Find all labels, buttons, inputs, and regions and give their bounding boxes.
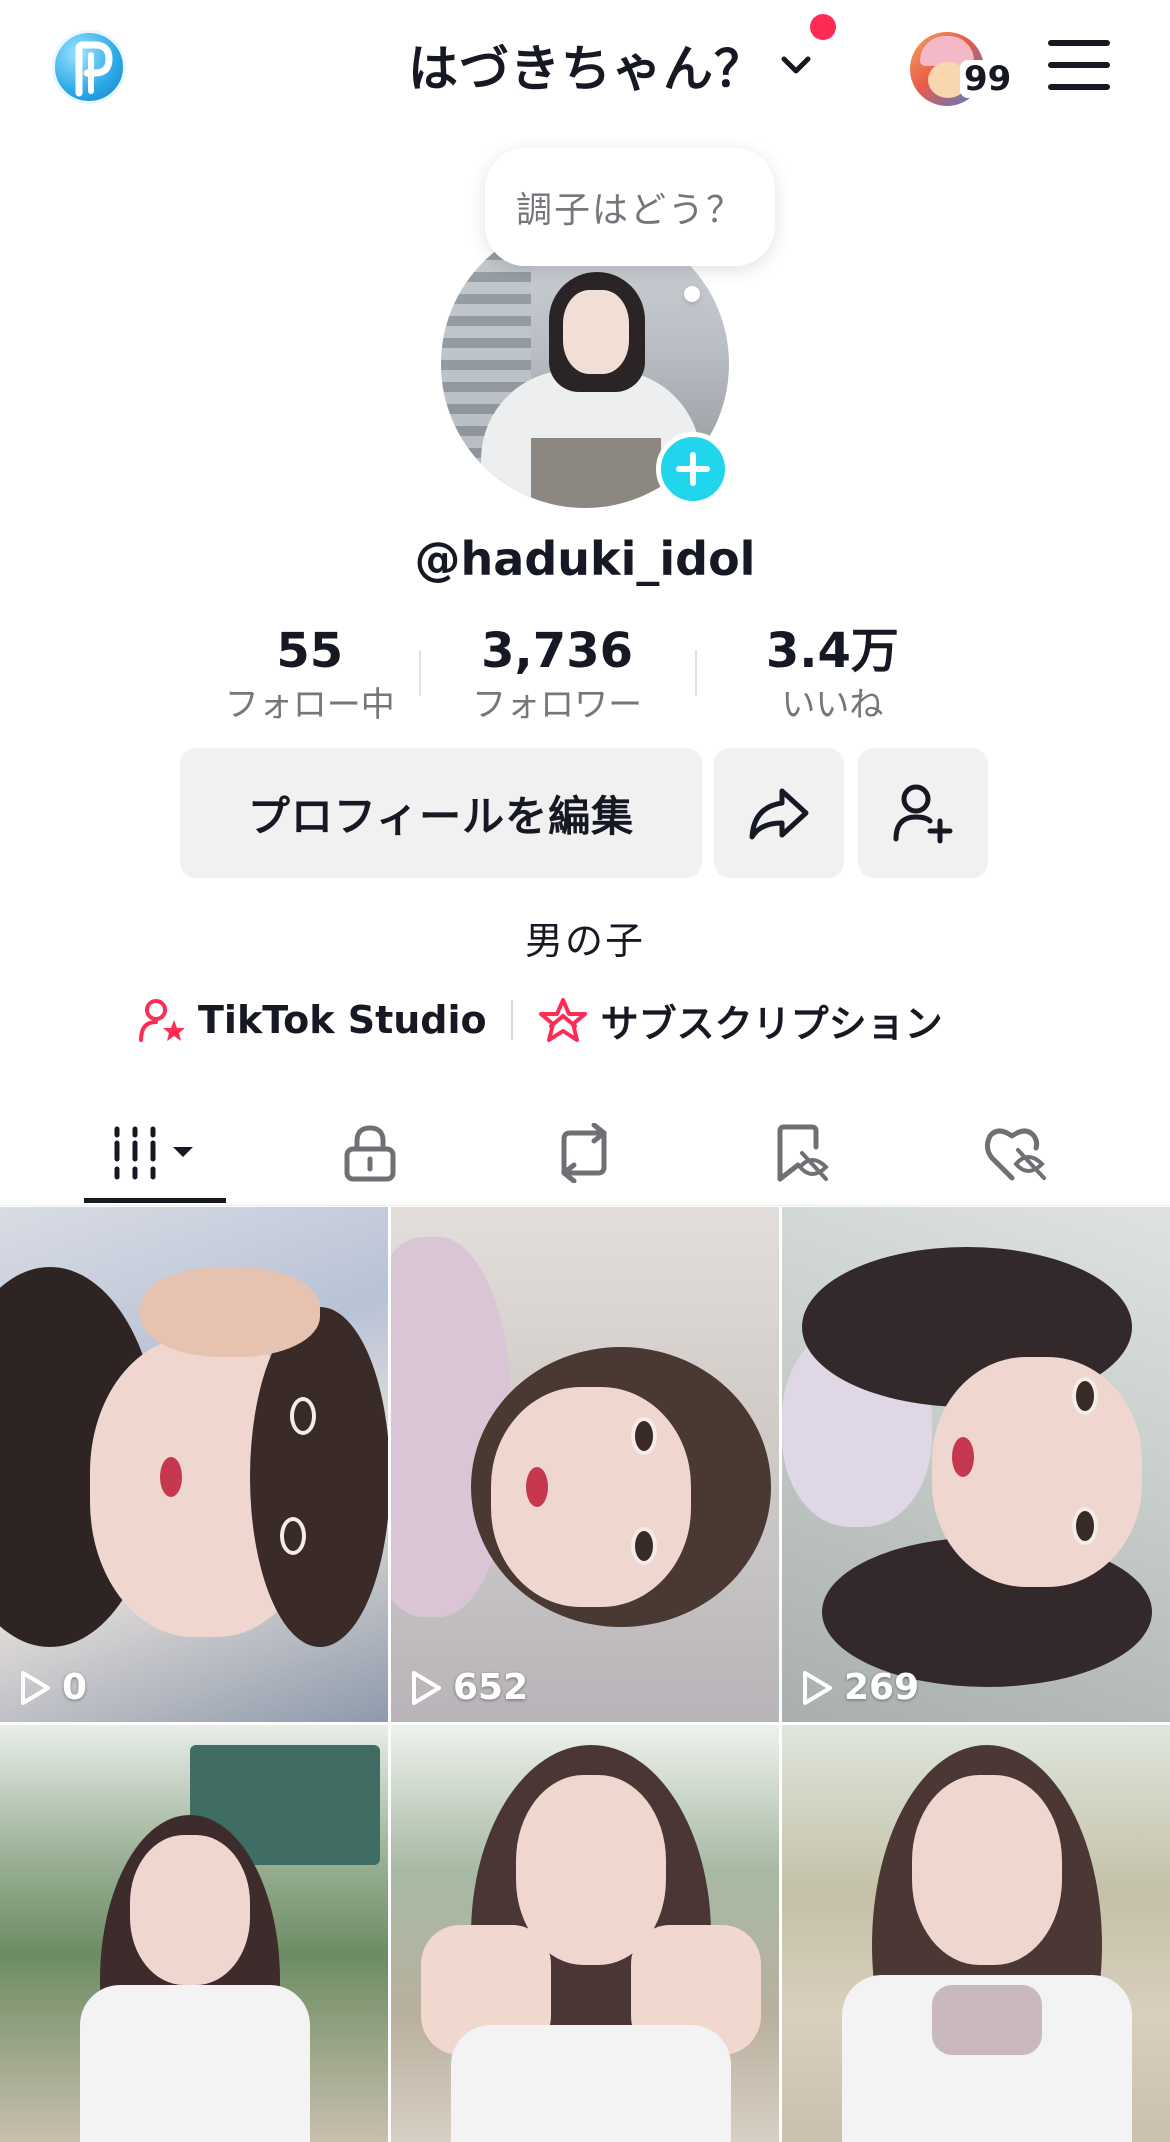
heart-hidden-icon bbox=[984, 1128, 1046, 1181]
repost-icon bbox=[561, 1123, 607, 1183]
play-icon bbox=[803, 1670, 832, 1705]
active-tab-indicator bbox=[84, 1198, 226, 1203]
status-bubble-tail bbox=[684, 286, 700, 302]
video-thumbnail[interactable]: 269 bbox=[782, 1207, 1170, 1722]
username: @haduki_idol bbox=[414, 532, 756, 586]
plus-icon bbox=[676, 452, 710, 486]
view-count: 269 bbox=[800, 1667, 919, 1708]
stat-value: 3,736 bbox=[481, 623, 633, 679]
add-friend-button[interactable] bbox=[858, 748, 988, 878]
stat-label: いいね bbox=[781, 685, 884, 725]
tab-reposts[interactable] bbox=[534, 1100, 634, 1206]
chevron-down-icon bbox=[781, 56, 811, 74]
video-thumbnail[interactable]: 0 bbox=[0, 1207, 388, 1722]
stat-label: フォロー中 bbox=[224, 685, 395, 725]
top-bar: はづきちゃん？ 99 bbox=[0, 0, 1170, 130]
view-count: 652 bbox=[409, 1667, 528, 1708]
video-grid: 0 652 269 bbox=[0, 1207, 1170, 2142]
subscription-link[interactable]: サブスクリプション bbox=[537, 993, 943, 1048]
status-bubble[interactable]: 調子はどう？ bbox=[485, 148, 775, 266]
subscription-link-label: サブスクリプション bbox=[600, 1001, 943, 1046]
tab-liked[interactable] bbox=[966, 1100, 1066, 1206]
stat-likes[interactable]: 3.4万 いいね bbox=[694, 622, 970, 732]
stat-followers[interactable]: 3,736 フォロワー bbox=[419, 622, 694, 732]
video-thumbnail[interactable]: 652 bbox=[391, 1207, 779, 1722]
person-add-icon bbox=[893, 784, 953, 844]
grid-icon bbox=[114, 1126, 193, 1180]
tab-favorites[interactable] bbox=[752, 1100, 852, 1206]
video-thumbnail[interactable] bbox=[782, 1725, 1170, 2142]
app-logo-icon[interactable] bbox=[52, 30, 126, 104]
add-story-button[interactable] bbox=[656, 432, 730, 506]
menu-icon[interactable] bbox=[1048, 40, 1110, 90]
friends-count-badge: 99 bbox=[960, 60, 1016, 98]
view-count-text: 0 bbox=[62, 1667, 88, 1708]
tab-private[interactable] bbox=[320, 1100, 420, 1206]
tiktok-studio-link[interactable]: TikTok Studio bbox=[138, 996, 487, 1044]
view-count-text: 269 bbox=[844, 1667, 920, 1708]
studio-link-label: TikTok Studio bbox=[198, 998, 487, 1042]
account-title: はづきちゃん？ bbox=[408, 40, 765, 98]
link-divider bbox=[510, 1000, 513, 1040]
account-switcher[interactable]: はづきちゃん？ bbox=[408, 30, 813, 100]
profile-stats: 55 フォロー中 3,736 フォロワー 3.4万 いいね bbox=[200, 622, 970, 732]
content-tabs bbox=[0, 1100, 1170, 1206]
edit-profile-button[interactable]: プロフィールを編集 bbox=[180, 748, 702, 878]
stat-following[interactable]: 55 フォロー中 bbox=[200, 622, 419, 732]
view-count: 0 bbox=[18, 1667, 87, 1708]
play-icon bbox=[412, 1670, 441, 1705]
play-icon bbox=[21, 1670, 50, 1705]
tab-videos[interactable] bbox=[84, 1100, 226, 1206]
video-thumbnail[interactable] bbox=[0, 1725, 388, 2142]
stat-value: 55 bbox=[276, 623, 344, 679]
notification-dot bbox=[810, 14, 836, 40]
stat-label: フォロワー bbox=[472, 685, 643, 725]
bookmark-hidden-icon bbox=[777, 1124, 829, 1182]
profile-links: TikTok Studio サブスクリプション bbox=[138, 990, 943, 1050]
view-count-text: 652 bbox=[453, 1667, 529, 1708]
lock-icon bbox=[344, 1125, 396, 1182]
profile-bio: 男の子 bbox=[524, 919, 645, 963]
share-arrow-icon bbox=[749, 788, 809, 840]
share-profile-button[interactable] bbox=[714, 748, 844, 878]
studio-person-star-icon bbox=[139, 999, 185, 1042]
stat-value: 3.4万 bbox=[765, 623, 899, 679]
status-bubble-text: 調子はどう？ bbox=[515, 190, 744, 231]
video-thumbnail[interactable] bbox=[391, 1725, 779, 2142]
subscription-star-icon bbox=[538, 998, 587, 1042]
